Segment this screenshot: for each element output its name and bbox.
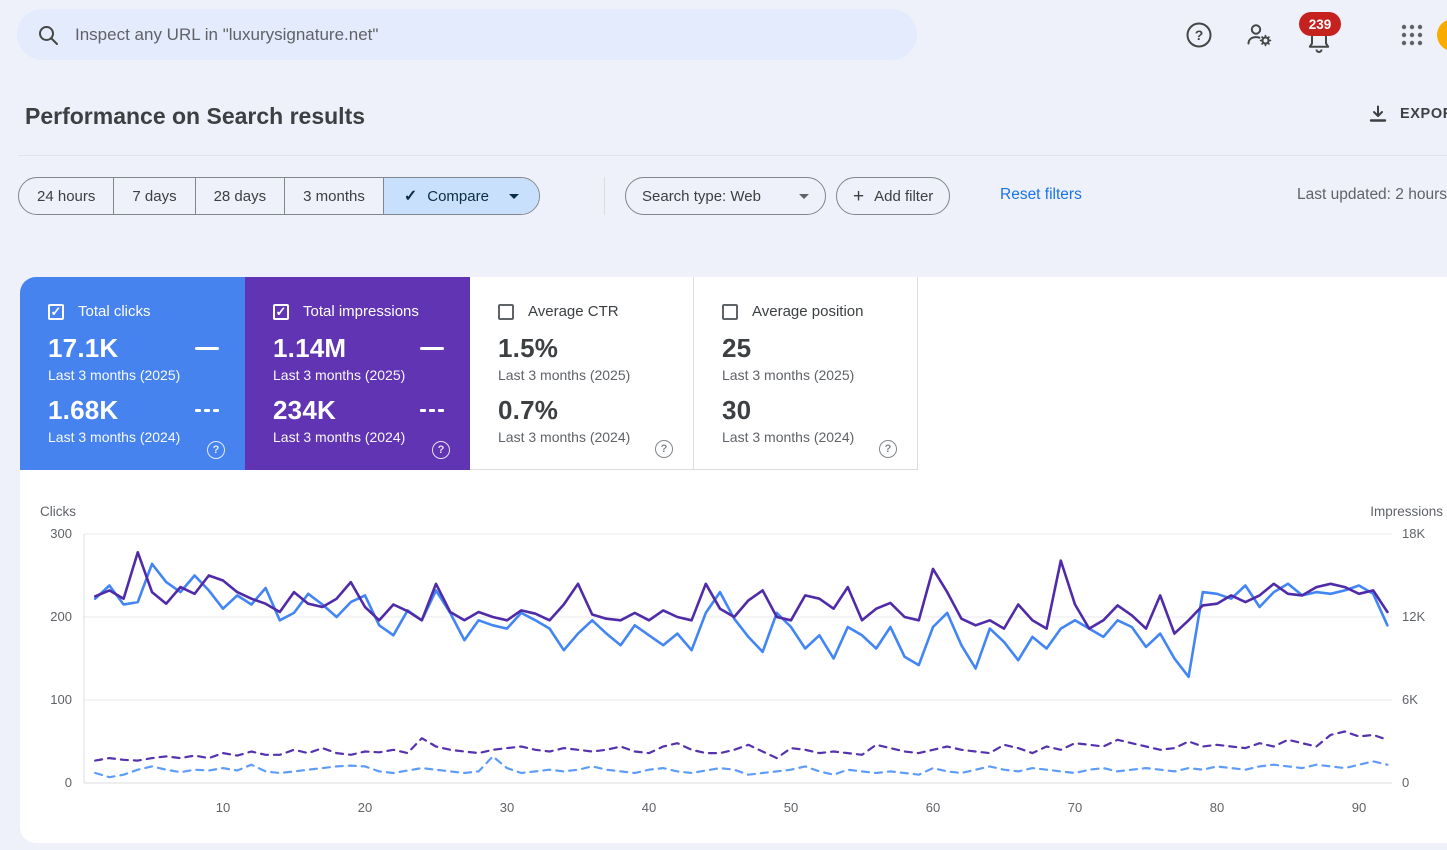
metric-value-2025: 1.14M — [273, 333, 347, 363]
axis-tick-label: 0 — [1402, 775, 1410, 790]
axis-tick-label: 90 — [1351, 800, 1367, 815]
metric-value-2024: 1.68K — [48, 395, 119, 425]
dashed-line-mark — [420, 408, 444, 413]
metric-label: Total clicks — [78, 303, 151, 320]
chevron-down-icon — [508, 193, 519, 199]
help-icon: ? — [1186, 22, 1212, 48]
svg-text:?: ? — [1195, 27, 1204, 43]
help-button[interactable]: ? — [1184, 20, 1214, 50]
apps-grid-icon — [1401, 24, 1423, 46]
axis-tick-label: 60 — [925, 800, 941, 815]
axis-tick-label: 20 — [357, 800, 373, 815]
dashed-line-mark — [195, 408, 219, 413]
metric-period-2025: Last 3 months (2025) — [48, 367, 181, 383]
help-icon[interactable]: ? — [432, 441, 450, 459]
download-icon — [1369, 105, 1387, 122]
checkbox-total-impressions[interactable] — [273, 303, 289, 320]
metric-tile-total-impressions[interactable]: Total impressions 1.14M Last 3 months (2… — [245, 277, 470, 470]
help-icon[interactable]: ? — [207, 441, 225, 459]
compare-toggle[interactable]: ✓ Compare — [382, 178, 539, 214]
search-input[interactable] — [75, 24, 897, 45]
range-28-days[interactable]: 28 days — [194, 178, 285, 214]
axis-tick-label: 300 — [50, 526, 72, 541]
metric-value-2025: 17.1K — [48, 333, 119, 363]
metric-value-2025: 25 — [722, 333, 752, 363]
metric-value-2024: 30 — [722, 395, 752, 425]
search-console-performance-page: ? 239 P — [0, 0, 1447, 850]
add-filter-label: Add filter — [874, 187, 934, 205]
metric-period-2025: Last 3 months (2025) — [722, 367, 855, 383]
filter-bar: 24 hours 7 days 28 days 3 months ✓ Compa… — [0, 177, 1447, 215]
axis-tick-label: 40 — [641, 800, 657, 815]
help-icon[interactable]: ? — [879, 440, 897, 458]
left-axis-title: Clicks — [40, 504, 76, 519]
page-title: Performance on Search results — [25, 103, 366, 129]
axis-tick-label: 70 — [1067, 800, 1083, 815]
solid-line-mark — [195, 346, 219, 351]
performance-card: Total clicks 17.1K Last 3 months (2025) … — [20, 277, 1447, 843]
range-3-months[interactable]: 3 months — [284, 178, 383, 214]
metric-tile-average-position[interactable]: Average position 25 Last 3 months (2025)… — [694, 277, 918, 470]
axis-tick-label: 12K — [1402, 609, 1426, 624]
header-divider — [18, 155, 1447, 156]
solid-line-mark — [420, 346, 444, 351]
axis-tick-label: 6K — [1402, 692, 1418, 707]
axis-tick-label: 200 — [50, 609, 72, 624]
right-axis-title: Impressions — [1370, 504, 1443, 519]
metric-label: Average position — [752, 303, 864, 320]
url-inspect-searchbar[interactable] — [17, 9, 917, 60]
metric-tile-total-clicks[interactable]: Total clicks 17.1K Last 3 months (2025) … — [20, 277, 245, 470]
metric-period-2025: Last 3 months (2025) — [498, 367, 631, 383]
axis-tick-label: 10 — [215, 800, 231, 815]
axis-tick-label: 30 — [499, 800, 515, 815]
notification-badge: 239 — [1299, 12, 1341, 36]
apps-grid-button[interactable] — [1397, 20, 1427, 50]
search-type-dropdown[interactable]: Search type: Web — [625, 177, 826, 215]
add-filter-button[interactable]: + Add filter — [836, 177, 951, 215]
metric-tile-average-ctr[interactable]: Average CTR 1.5% Last 3 months (2025) 0.… — [470, 277, 694, 470]
export-button[interactable]: EXPORT — [1368, 104, 1447, 124]
chevron-down-icon — [799, 193, 809, 199]
plus-icon: + — [853, 185, 865, 207]
compare-label: Compare — [427, 187, 489, 205]
metric-value-2024: 234K — [273, 395, 336, 425]
date-range-group: 24 hours 7 days 28 days 3 months ✓ Compa… — [18, 177, 540, 215]
checkbox-average-ctr[interactable] — [498, 303, 514, 320]
checkbox-total-clicks[interactable] — [48, 303, 64, 320]
reset-filters-link[interactable]: Reset filters — [1000, 186, 1082, 204]
chip-divider — [604, 177, 605, 215]
export-label: EXPORT — [1400, 106, 1447, 122]
range-24-hours[interactable]: 24 hours — [19, 178, 113, 214]
axis-tick-label: 50 — [783, 800, 799, 815]
user-settings-icon — [1247, 24, 1272, 47]
user-settings-button[interactable] — [1244, 20, 1274, 50]
metric-period-2025: Last 3 months (2025) — [273, 367, 406, 383]
axis-tick-label: 0 — [64, 775, 72, 790]
last-updated-text: Last updated: 2 hours — [1297, 186, 1447, 203]
axis-tick-label: 80 — [1209, 800, 1225, 815]
checkbox-average-position[interactable] — [722, 303, 738, 320]
metric-label: Total impressions — [303, 303, 419, 320]
metric-value-2024: 0.7% — [498, 395, 559, 425]
metric-value-2025: 1.5% — [498, 333, 559, 363]
metric-label: Average CTR — [528, 303, 619, 320]
checkmark-icon: ✓ — [403, 188, 418, 205]
axis-tick-label: 100 — [50, 692, 72, 707]
help-icon[interactable]: ? — [655, 440, 673, 458]
range-7-days[interactable]: 7 days — [113, 178, 194, 214]
search-icon — [39, 25, 58, 45]
search-type-label: Search type: Web — [642, 187, 761, 205]
axis-tick-label: 18K — [1402, 526, 1426, 541]
account-avatar[interactable] — [1437, 19, 1447, 51]
